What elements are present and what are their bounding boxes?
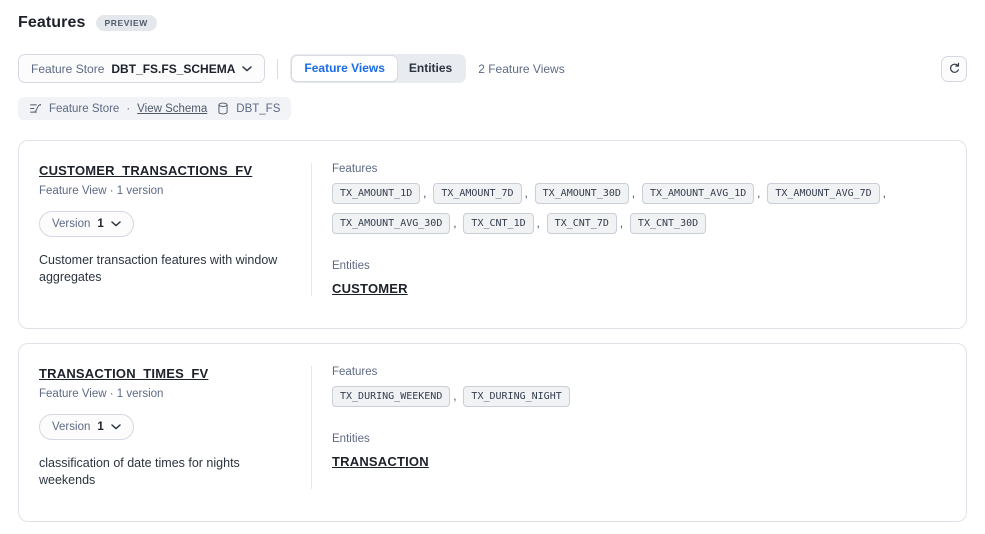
entity-link[interactable]: CUSTOMER <box>332 281 408 296</box>
feature-view-list: CUSTOMER_TRANSACTIONS_FV Feature View · … <box>18 140 967 522</box>
toolbar-divider <box>277 59 278 79</box>
feature-chip: TX_DURING_WEEKEND <box>332 386 450 407</box>
feature-view-card: TRANSACTION_TIMES_FV Feature View · 1 ve… <box>18 343 967 522</box>
feature-view-description: Customer transaction features with windo… <box>39 252 289 286</box>
view-tabs: Feature Views Entities <box>290 54 466 83</box>
feature-view-title-link[interactable]: CUSTOMER_TRANSACTIONS_FV <box>39 163 252 178</box>
feature-chip: TX_AMOUNT_1D <box>332 183 420 204</box>
entity-link-list: TRANSACTION <box>332 445 940 469</box>
breadcrumb: Feature Store · View Schema DBT_FS <box>18 97 291 120</box>
version-label: Version <box>52 421 90 433</box>
chip-separator: , <box>620 218 623 230</box>
view-schema-link[interactable]: View Schema <box>137 103 207 115</box>
page-title: Features <box>18 14 86 32</box>
feature-store-select-label: Feature Store <box>31 62 104 76</box>
version-dropdown[interactable]: Version 1 <box>39 211 134 237</box>
entity-link-list: CUSTOMER <box>332 272 940 296</box>
card-details: Features TX_AMOUNT_1D,TX_AMOUNT_7D,TX_AM… <box>312 163 966 296</box>
entities-section-label: Entities <box>332 433 940 445</box>
database-icon <box>217 102 229 115</box>
features-section-label: Features <box>332 163 940 175</box>
feature-chip: TX_AMOUNT_30D <box>535 183 629 204</box>
breadcrumb-store-label: Feature Store <box>49 103 119 115</box>
features-section-label: Features <box>332 366 940 378</box>
feature-store-select[interactable]: Feature Store DBT_FS.FS_SCHEMA <box>18 54 265 83</box>
feature-chip: TX_CNT_7D <box>547 213 617 234</box>
chip-separator: , <box>883 188 886 200</box>
breadcrumb-separator: · <box>126 103 130 115</box>
feature-chip: TX_DURING_NIGHT <box>463 386 569 407</box>
feature-chip-list: TX_DURING_WEEKEND, TX_DURING_NIGHT <box>332 386 932 407</box>
feature-chip: TX_CNT_30D <box>630 213 706 234</box>
chip-separator: , <box>632 188 635 200</box>
chip-separator: , <box>423 188 426 200</box>
feature-view-description: classification of date times for nights … <box>39 455 289 489</box>
version-dropdown[interactable]: Version 1 <box>39 414 134 440</box>
chevron-down-icon <box>111 424 121 430</box>
version-value: 1 <box>97 421 103 433</box>
feature-chip: TX_AMOUNT_7D <box>433 183 521 204</box>
toolbar: Feature Store DBT_FS.FS_SCHEMA Feature V… <box>18 54 967 83</box>
chip-separator: , <box>537 218 540 230</box>
features-page: Features PREVIEW Feature Store DBT_FS.FS… <box>0 0 985 534</box>
refresh-icon <box>948 62 961 75</box>
refresh-button[interactable] <box>941 56 967 82</box>
version-label: Version <box>52 218 90 230</box>
feature-chip: TX_AMOUNT_AVG_30D <box>332 213 450 234</box>
entities-section: Entities CUSTOMER <box>332 260 940 296</box>
chevron-down-icon <box>111 221 121 227</box>
chip-separator: , <box>453 218 456 230</box>
preview-badge: PREVIEW <box>96 15 157 31</box>
card-summary: TRANSACTION_TIMES_FV Feature View · 1 ve… <box>19 366 311 489</box>
feature-view-card: CUSTOMER_TRANSACTIONS_FV Feature View · … <box>18 140 967 329</box>
feature-view-subtitle: Feature View · 1 version <box>39 388 289 400</box>
feature-views-count: 2 Feature Views <box>478 62 565 76</box>
card-summary: CUSTOMER_TRANSACTIONS_FV Feature View · … <box>19 163 311 296</box>
feature-view-title-link[interactable]: TRANSACTION_TIMES_FV <box>39 366 208 381</box>
chip-separator: , <box>453 391 456 403</box>
entities-section-label: Entities <box>332 260 940 272</box>
feature-view-subtitle: Feature View · 1 version <box>39 185 289 197</box>
chip-separator: , <box>525 188 528 200</box>
entity-link[interactable]: TRANSACTION <box>332 454 429 469</box>
chip-separator: , <box>757 188 760 200</box>
feature-chip: TX_AMOUNT_AVG_1D <box>642 183 754 204</box>
feature-chip-list: TX_AMOUNT_1D,TX_AMOUNT_7D,TX_AMOUNT_30D,… <box>332 183 932 234</box>
feature-chip: TX_AMOUNT_AVG_7D <box>767 183 879 204</box>
chevron-down-icon <box>242 66 252 72</box>
entities-section: Entities TRANSACTION <box>332 433 940 469</box>
feature-chip: TX_CNT_1D <box>463 213 533 234</box>
version-value: 1 <box>97 218 103 230</box>
tab-feature-views[interactable]: Feature Views <box>292 56 396 80</box>
card-details: Features TX_DURING_WEEKEND, TX_DURING_NIG… <box>312 366 966 489</box>
feature-store-select-value: DBT_FS.FS_SCHEMA <box>111 62 235 76</box>
feature-store-icon <box>29 102 42 115</box>
tab-entities[interactable]: Entities <box>397 56 464 80</box>
breadcrumb-database-name: DBT_FS <box>236 103 280 115</box>
page-header: Features PREVIEW <box>18 14 967 32</box>
